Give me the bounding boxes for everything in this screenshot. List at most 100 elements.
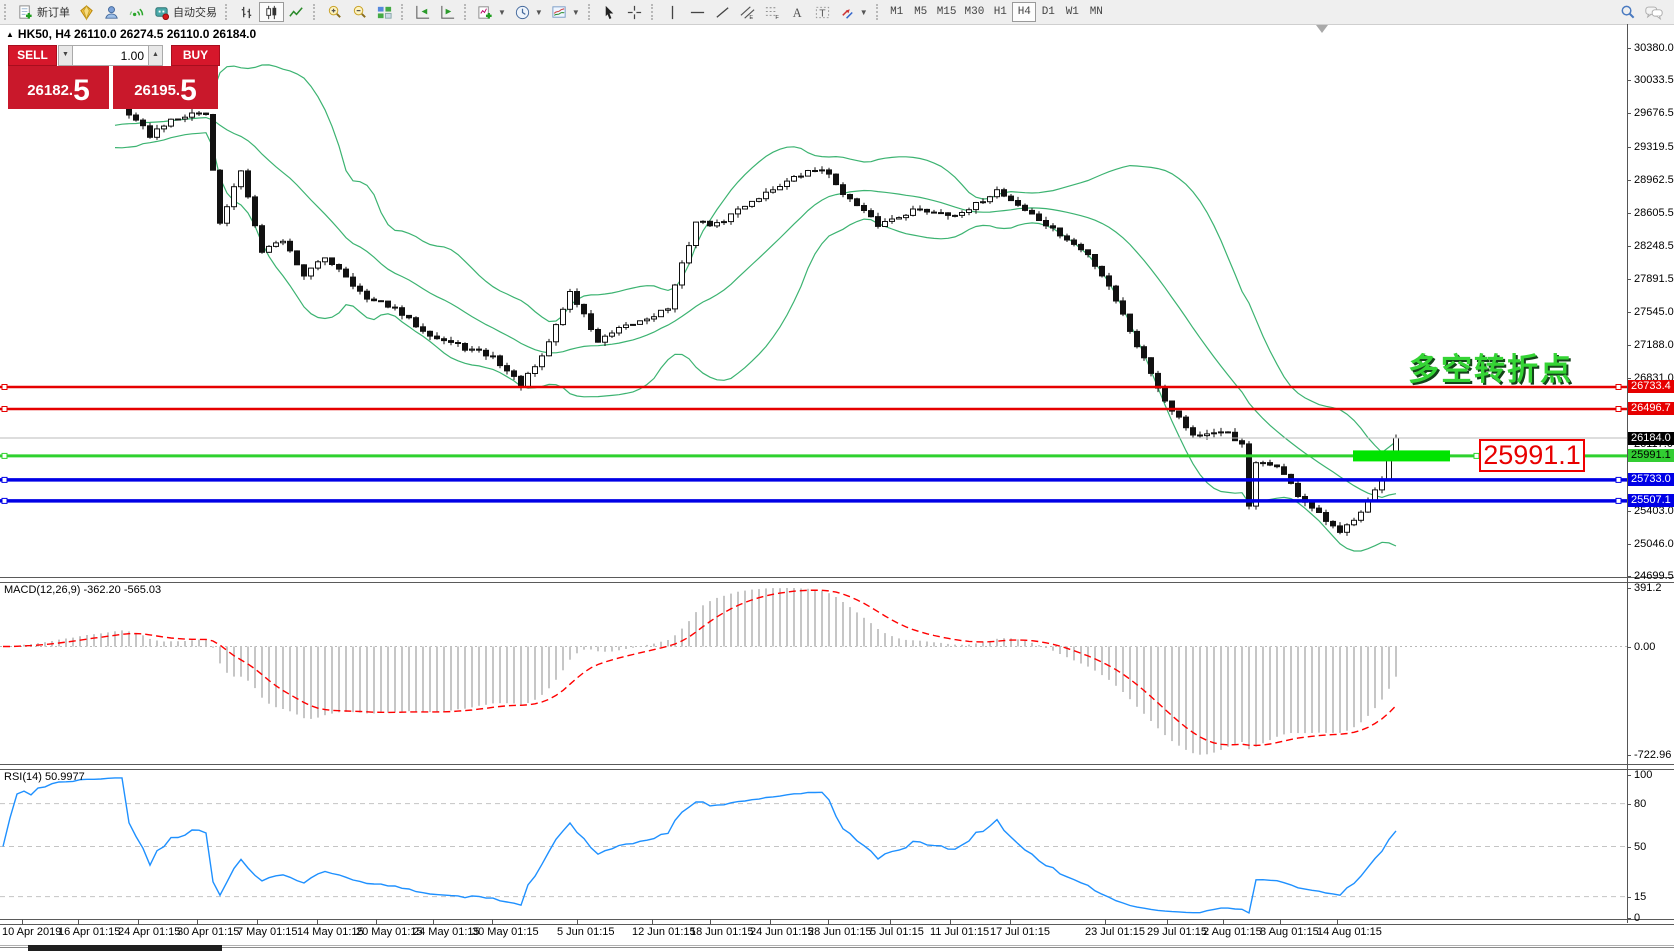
timeframe-button-M15[interactable]: M15: [933, 2, 961, 22]
time-tick: [950, 919, 951, 924]
rsi-tick-label: 80: [1634, 798, 1646, 810]
svg-text:T: T: [819, 8, 826, 19]
indicators-icon: [477, 4, 494, 21]
search-icon[interactable]: [1619, 4, 1636, 21]
line-handle[interactable]: [1616, 498, 1621, 503]
time-tick-label: 24 Jun 01:15: [750, 926, 814, 938]
chat-icon[interactable]: [1644, 4, 1664, 21]
line-handle[interactable]: [1616, 407, 1621, 412]
tile-windows-icon: [376, 4, 393, 21]
line-chart-icon: [288, 4, 305, 21]
svg-text:E: E: [749, 15, 753, 21]
new-order-button[interactable]: 新订单: [13, 2, 74, 22]
indicators-button[interactable]: ▼: [473, 2, 510, 22]
volume-input[interactable]: [72, 45, 149, 66]
channel-tool-button[interactable]: E: [735, 2, 760, 22]
collapse-triangle-icon[interactable]: ▲: [6, 30, 14, 39]
crosshair-tool-button[interactable]: [622, 2, 647, 22]
bar-chart-icon: [238, 4, 255, 21]
dropdown-caret: ▼: [860, 8, 868, 17]
price-callout-label[interactable]: 25991.1: [1479, 439, 1585, 472]
tile-windows-button[interactable]: [372, 2, 397, 22]
volume-increase-button[interactable]: ▲: [148, 45, 163, 66]
timeframe-button-MN[interactable]: MN: [1084, 2, 1108, 22]
autotrading-icon: [153, 4, 170, 21]
chart-shift-button[interactable]: [410, 2, 435, 22]
time-tick: [22, 919, 23, 924]
zoom-out-button[interactable]: [347, 2, 372, 22]
svg-text:F: F: [775, 15, 779, 21]
time-tick-label: 30 Apr 01:15: [177, 926, 239, 938]
line-handle[interactable]: [2, 385, 7, 390]
sell-button[interactable]: SELL: [8, 45, 57, 66]
vline-tool-button[interactable]: [660, 2, 685, 22]
volume-decrease-button[interactable]: ▼: [58, 45, 73, 66]
time-tick-label: 11 Jul 01:15: [930, 926, 989, 938]
bar-chart-mode-button[interactable]: [234, 2, 259, 22]
label-tool-button[interactable]: T: [810, 2, 835, 22]
fibonacci-tool-button[interactable]: F: [760, 2, 785, 22]
arrows-tool-button[interactable]: ▼: [835, 2, 872, 22]
timeframe-button-M1[interactable]: M1: [885, 2, 909, 22]
timeframe-toolbar: M1M5M15M30H1H4D1W1MN: [885, 2, 1109, 22]
macd-tick: [1627, 588, 1631, 589]
accounts-button[interactable]: [99, 2, 124, 22]
chart-shift-marker-icon[interactable]: [1316, 25, 1328, 33]
line-handle[interactable]: [2, 498, 7, 503]
data-window-button[interactable]: [74, 2, 99, 22]
line-chart-mode-button[interactable]: [284, 2, 309, 22]
time-tick: [376, 919, 377, 924]
time-tick-label: 7 May 01:15: [237, 926, 298, 938]
price-tick: [1627, 147, 1631, 148]
time-tick-label: 5 Jul 01:15: [870, 926, 924, 938]
line-handle[interactable]: [2, 477, 7, 482]
highlight-rectangle[interactable]: [1353, 450, 1450, 461]
periods-button[interactable]: ▼: [510, 2, 547, 22]
time-tick: [710, 919, 711, 924]
timeframe-button-M5[interactable]: M5: [909, 2, 933, 22]
svg-text:A: A: [793, 6, 802, 20]
rsi-label: RSI(14) 50.9977: [4, 771, 85, 783]
autotrading-button[interactable]: 自动交易: [149, 2, 221, 22]
line-handle[interactable]: [1616, 385, 1621, 390]
price-tick: [1627, 576, 1631, 577]
trendline-tool-button[interactable]: [710, 2, 735, 22]
timeframe-button-W1[interactable]: W1: [1060, 2, 1084, 22]
bid-price-block[interactable]: 26182.5: [8, 66, 109, 109]
scrollbar-thumb[interactable]: [28, 945, 222, 951]
hline-tool-button[interactable]: [685, 2, 710, 22]
price-tick: [1627, 246, 1631, 247]
price-tick-label: 29676.5: [1634, 107, 1674, 119]
annotation-text[interactable]: 多空转折点: [1408, 344, 1573, 389]
time-tick: [1010, 919, 1011, 924]
new-order-label: 新订单: [37, 4, 70, 20]
chart-scrollbar[interactable]: [0, 945, 1674, 951]
timeframe-button-D1[interactable]: D1: [1036, 2, 1060, 22]
cursor-icon: [601, 4, 618, 21]
ask-price-block[interactable]: 26195.5: [113, 66, 218, 109]
zoom-in-button[interactable]: [322, 2, 347, 22]
time-tick: [492, 919, 493, 924]
timeframe-button-H4[interactable]: H4: [1012, 2, 1036, 22]
line-handle[interactable]: [2, 407, 7, 412]
signals-button[interactable]: [124, 2, 149, 22]
time-tick: [828, 919, 829, 924]
line-handle[interactable]: [1616, 477, 1621, 482]
time-tick: [1337, 919, 1338, 924]
templates-button[interactable]: ▼: [547, 2, 584, 22]
profile-icon: [103, 4, 120, 21]
price-tick: [1627, 48, 1631, 49]
text-tool-button[interactable]: A: [785, 2, 810, 22]
buy-button[interactable]: BUY: [171, 45, 220, 66]
timeframe-button-H1[interactable]: H1: [988, 2, 1012, 22]
cursor-tool-button[interactable]: [597, 2, 622, 22]
rsi-tick: [1627, 847, 1631, 848]
timeframe-button-M30[interactable]: M30: [961, 2, 989, 22]
line-handle[interactable]: [2, 453, 7, 458]
price-tick-label: 28248.5: [1634, 240, 1674, 252]
candlestick-mode-button[interactable]: [259, 2, 284, 22]
time-tick: [577, 919, 578, 924]
auto-scroll-button[interactable]: [435, 2, 460, 22]
signal-icon: [128, 4, 145, 21]
price-line-label-25733.0: 25733.0: [1628, 473, 1674, 486]
